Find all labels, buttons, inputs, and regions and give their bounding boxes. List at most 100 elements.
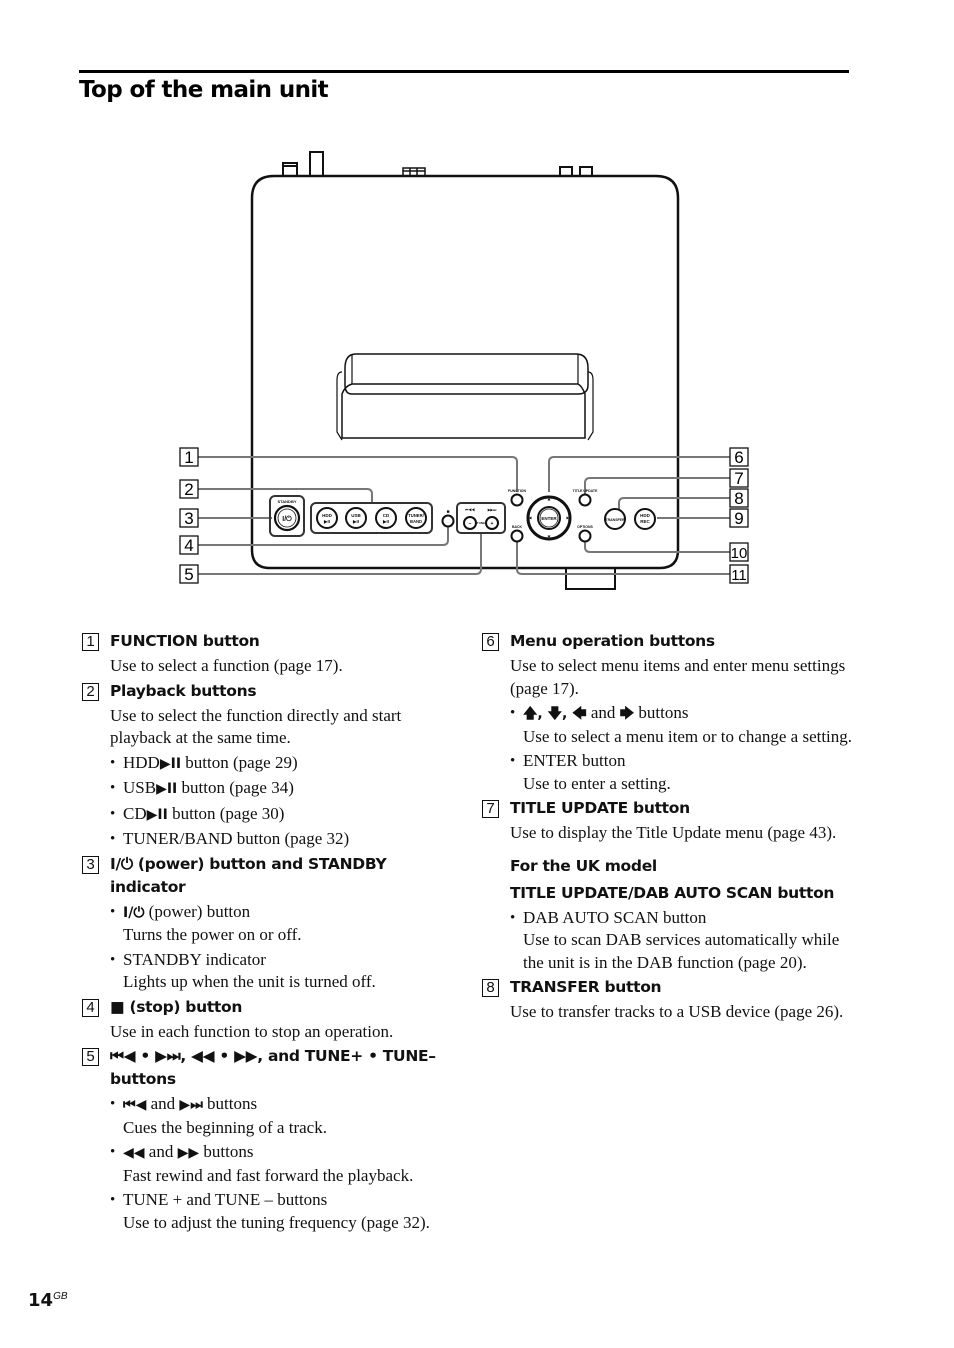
fast-forward-icon: ▶▶ <box>177 1145 200 1161</box>
svg-text:3: 3 <box>184 509 193 528</box>
hdd-rec-button[interactable]: HDD REC <box>634 508 656 530</box>
leader-7 <box>584 477 730 494</box>
front-flap <box>565 567 616 590</box>
item-heading: FUNCTION button <box>110 632 260 650</box>
bullet-hdd: HDD▶II button (page 29) <box>110 752 450 776</box>
svg-text:11: 11 <box>731 567 747 584</box>
item-title-update: 7 TITLE UPDATE button Use to display the… <box>480 797 860 974</box>
item-transfer: 8 TRANSFER button Use to transfer tracks… <box>480 976 860 1024</box>
item-description: Use to select menu items and enter menu … <box>510 656 846 698</box>
item-skip-tune: 5 ⏮◀ • ▶⏭, ◀◀ • ▶▶, and TUNE+ • TUNE– bu… <box>80 1045 450 1234</box>
options-label: OPTIONS <box>577 525 593 529</box>
function-button[interactable] <box>510 493 524 507</box>
svg-text:CD: CD <box>383 513 390 518</box>
item-power: 3 I/⏻ (power) button and STANDBY indicat… <box>80 853 450 994</box>
item-number: 2 <box>82 682 99 701</box>
svg-text:ENTER: ENTER <box>541 516 557 521</box>
item-heading: ■ (stop) button <box>110 997 243 1016</box>
menu-operation-pad[interactable]: ENTER <box>526 495 572 541</box>
item-description: Use to select the function directly and … <box>110 705 402 748</box>
hdd-play-button[interactable]: HDD ▶II <box>316 507 338 529</box>
function-label: FUNCTION <box>508 489 527 493</box>
leader-6 <box>548 456 730 492</box>
title-update-button[interactable] <box>578 493 592 507</box>
connector-2 <box>309 151 324 177</box>
callout-9: 9 <box>729 508 749 528</box>
usb-play-button[interactable]: USB ▶II <box>345 507 367 529</box>
item-number: 3 <box>82 855 99 874</box>
back-button[interactable] <box>510 529 524 543</box>
leader-1 <box>198 456 518 492</box>
svg-text:▶II: ▶II <box>323 519 330 524</box>
tune-plus-button[interactable]: + <box>485 516 499 530</box>
item-heading: TRANSFER button <box>510 978 662 996</box>
leader-4 <box>198 526 449 546</box>
svg-text:2: 2 <box>184 480 193 499</box>
connector-3 <box>559 166 573 177</box>
power-icon: I/⏻ <box>123 904 145 921</box>
tune-label: TUNE <box>477 521 485 525</box>
item-description: Use to transfer tracks to a USB device (… <box>510 1002 844 1021</box>
power-button[interactable]: I/⏻ <box>273 504 301 532</box>
item-number: 4 <box>82 998 99 1017</box>
unit-top-diagram: 1 2 3 4 5 6 7 8 9 10 11 I/⏻ STANDBY HDD … <box>179 151 749 590</box>
bullet-tune: TUNE + and TUNE – buttonsUse to adjust t… <box>110 1189 450 1234</box>
svg-text:+: + <box>491 521 494 527</box>
bullet-arrows: 🡅, 🡇, 🡄 and 🡆 buttonsUse to select a men… <box>510 702 860 748</box>
callout-4: 4 <box>179 535 199 555</box>
bullet-tuner: TUNER/BAND button (page 32) <box>110 828 450 851</box>
bullet-standby: STANDBY indicatorLights up when the unit… <box>110 949 450 994</box>
uk-model-label: For the UK model <box>510 856 657 875</box>
item-heading: ⏮◀ • ▶⏭, ◀◀ • ▶▶, and TUNE+ • TUNE– butt… <box>110 1047 436 1088</box>
bullet-skip: ⏮◀ and ▶⏭ buttonsCues the beginning of a… <box>110 1093 450 1139</box>
svg-text:TRANSFER: TRANSFER <box>605 518 625 522</box>
item-heading: I/⏻ (power) button and STANDBY indicator <box>110 854 387 896</box>
cd-play-button[interactable]: CD ▶II <box>375 507 397 529</box>
item-number: 6 <box>482 633 499 651</box>
options-button[interactable] <box>578 529 592 543</box>
leader-8 <box>618 497 730 510</box>
callout-5: 5 <box>179 564 199 584</box>
prev-label: ⏮◀◀ <box>465 508 474 512</box>
item-heading: Playback buttons <box>110 681 257 700</box>
item-description: Use in each function to stop an operatio… <box>110 1021 394 1041</box>
callout-2: 2 <box>179 479 199 499</box>
right-arrow-icon: 🡆 <box>619 706 635 722</box>
callout-8: 8 <box>729 488 749 508</box>
item-description: Use to display the Title Update menu (pa… <box>510 823 837 842</box>
svg-text:TUNER/: TUNER/ <box>408 513 424 518</box>
tuner-band-button[interactable]: TUNER/ BAND <box>405 507 427 529</box>
svg-text:–: – <box>469 521 472 527</box>
bullet-cd: CD▶II button (page 30) <box>110 803 450 827</box>
svg-text:HDD: HDD <box>322 513 332 518</box>
item-heading: TITLE UPDATE button <box>510 799 690 817</box>
svg-text:BAND: BAND <box>410 519 422 524</box>
page-number: 14GB <box>28 1290 68 1311</box>
svg-text:4: 4 <box>184 536 193 555</box>
tune-minus-button[interactable]: – <box>463 516 477 530</box>
leader-10 <box>584 540 730 553</box>
item-description: Use to select a function (page 17). <box>110 656 343 675</box>
play-pause-icon: ▶II <box>156 781 178 797</box>
callout-7: 7 <box>729 468 749 488</box>
connector-4 <box>579 166 593 177</box>
item-playback: 2 Playback buttons Use to select the fun… <box>80 680 450 851</box>
svg-text:▶II: ▶II <box>382 519 389 524</box>
callouts: 1 2 3 4 5 6 7 8 9 10 11 <box>179 447 749 584</box>
transfer-button[interactable]: TRANSFER <box>604 508 626 530</box>
bullet-usb: USB▶II button (page 34) <box>110 777 450 801</box>
item-number: 7 <box>482 800 499 818</box>
svg-text:REC: REC <box>640 519 650 524</box>
standby-indicator-label: STANDBY <box>277 499 296 504</box>
svg-text:8: 8 <box>734 489 743 508</box>
description-column-right: 6 Menu operation buttons Use to select m… <box>480 630 860 1026</box>
svg-text:10: 10 <box>731 545 748 562</box>
item-heading: Menu operation buttons <box>510 632 715 650</box>
svg-text:7: 7 <box>734 469 743 488</box>
bullet-enter: ENTER buttonUse to enter a setting. <box>510 750 860 795</box>
stop-button[interactable]: ■ <box>441 509 455 528</box>
item-function: 1 FUNCTION button Use to select a functi… <box>80 630 450 678</box>
svg-text:I/⏻: I/⏻ <box>282 515 292 523</box>
svg-text:1: 1 <box>184 448 193 467</box>
dock <box>344 353 589 395</box>
